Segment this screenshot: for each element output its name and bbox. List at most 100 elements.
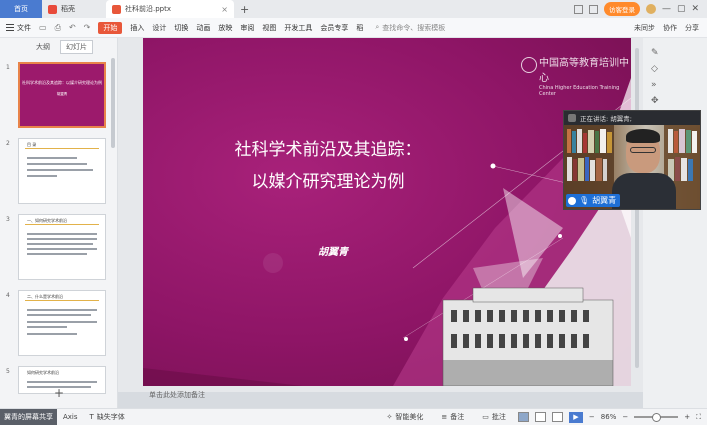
window-icon[interactable] [588,4,598,14]
login-button[interactable]: 访客登录 [603,2,640,16]
print-icon[interactable]: ⎙ [55,23,61,33]
thumb-line [27,381,97,383]
thumbnail-row[interactable]: 3 一、如何研究学术前沿 [6,214,110,282]
fit-window-icon[interactable]: ⛶ [696,413,701,422]
smart-beautify-label: 智能美化 [395,413,424,421]
comments-label: 批注 [491,413,506,421]
sorter-view-button[interactable] [534,412,546,422]
slide-thumbnail[interactable]: 社科学术前沿及其追踪：以媒介研究理论为例 胡翼青 [18,62,106,128]
menu-insert[interactable]: 插入 [130,23,144,33]
participant-name-tag: 🎙 胡翼青 [566,194,621,207]
participant-hair [626,129,660,143]
zoom-in-icon[interactable]: − [622,413,628,421]
thumb-line [27,333,77,335]
status-right: ✧ 智能美化 ≡ 备注 ▭ 批注 ▶ − 86% − + ⛶ [381,411,707,423]
slide-thumbnail[interactable]: 二、什么是学术前沿 [18,290,106,356]
notes-toggle[interactable]: ≡ 备注 [435,412,470,422]
menu-docer[interactable]: 稻 [356,23,363,33]
menu-animation[interactable]: 动画 [196,23,210,33]
format-icon[interactable]: ✥ [651,96,661,106]
save-icon[interactable]: ▭ [39,23,47,32]
new-tab-button[interactable]: + [234,3,255,16]
command-search[interactable]: ⌕ 查找命令、搜索模板 [375,23,445,33]
org-logo: 中国高等教育培训中心 China Higher Education Traini… [519,54,631,97]
thumbnail-row[interactable]: 2 目 录 [6,138,110,206]
zoom-plus-icon[interactable]: + [684,413,690,421]
menu-view[interactable]: 视图 [262,23,276,33]
tab-active-document[interactable]: 社科前沿.pptx × [106,0,234,18]
slide-number: 5 [6,368,10,375]
notes-area[interactable]: 单击此处添加备注 [143,390,631,402]
menu-design[interactable]: 设计 [152,23,166,33]
redo-icon[interactable]: ↷ [84,23,91,32]
thumb-line [27,253,87,255]
logo-text-en: China Higher Education Training Center [539,85,620,97]
missing-font-button[interactable]: T 缺失字体 [84,412,131,422]
layout-icon[interactable] [573,4,583,14]
avatar[interactable] [645,4,656,14]
status-bar: 翼青的屏幕共享 Axis T 缺失字体 ✧ 智能美化 ≡ 备注 ▭ 批注 ▶ − [0,408,707,425]
beautify-icon: ✧ [386,413,393,421]
ribbon-menu: 文件 ▭ ⎙ ↶ ↷ 开始 插入 设计 切换 动画 放映 审阅 视图 开发工具 … [0,18,707,38]
zoom-level[interactable]: 86% [601,413,617,421]
file-menu[interactable]: 文件 [6,23,31,33]
tab-bar: 首页 稻壳 社科前沿.pptx × + 访客登录 — ▢ ✕ [0,0,707,18]
speaking-header: 正在讲话: 胡翼青; [564,111,700,125]
slide-thumbnail[interactable]: 目 录 [18,138,106,204]
thumbnail-row[interactable]: 1 社科学术前沿及其追踪：以媒介研究理论为例 胡翼青 [6,62,110,130]
maximize-icon[interactable]: ▢ [677,4,686,14]
zoom-slider[interactable] [634,413,679,422]
minimize-icon[interactable]: — [662,4,671,14]
menu-slideshow[interactable]: 放映 [218,23,232,33]
thumbnail-row[interactable]: 4 二、什么是学术前沿 [6,290,110,358]
undo-icon[interactable]: ↶ [69,23,76,32]
thumb-line [27,233,97,235]
thumb-line [27,309,97,311]
thumb-rule [25,148,99,149]
thumb-line [27,175,57,177]
reading-view-button[interactable] [551,412,563,422]
menu-transition[interactable]: 切换 [174,23,188,33]
pen-icon[interactable]: ✎ [651,48,661,58]
video-feed: 🎙 胡翼青 [564,125,700,209]
collaborate-button[interactable]: 协作 [663,23,677,33]
tab-outline[interactable]: 大纲 [36,42,50,52]
participant-name: 胡翼青 [592,196,617,205]
add-slide-button[interactable]: + [0,386,118,400]
shape-icon[interactable]: ◇ [651,64,661,74]
search-placeholder: 查找命令、搜索模板 [382,23,446,32]
tab-slides[interactable]: 幻灯片 [60,40,93,54]
tab-docer-label: 稻壳 [61,5,75,13]
thumb-line [27,243,93,245]
mic-icon: 🎙 [579,196,590,205]
menu-start[interactable]: 开始 [98,21,123,34]
share-button[interactable]: 分享 [685,23,699,33]
slideshow-play-button[interactable]: ▶ [568,411,583,423]
toolbar-right: 未同步 协作 分享 [634,23,707,33]
title-line-1: 社科学术前沿及其追踪： [234,140,422,160]
menu-member[interactable]: 会员专享 [320,23,348,33]
comments-toggle[interactable]: ▭ 批注 [476,412,512,422]
tab-docer[interactable]: 稻壳 [42,0,106,18]
collapse-icon[interactable]: » [651,80,661,90]
thumb-title: 如何研究学术前沿 [27,370,59,375]
slide-number: 1 [6,64,10,71]
speaking-label: 正在讲话: 胡翼青; [580,115,632,123]
close-tab-icon[interactable]: × [221,5,228,14]
close-window-icon[interactable]: ✕ [691,4,699,14]
slide[interactable]: 中国高等教育培训中心 China Higher Education Traini… [143,38,631,386]
sync-status[interactable]: 未同步 [634,23,655,33]
slide-thumbnail[interactable]: 一、如何研究学术前沿 [18,214,106,280]
menu-developer[interactable]: 开发工具 [284,23,312,33]
smart-beautify-button[interactable]: ✧ 智能美化 [381,412,430,422]
slide-number: 2 [6,140,10,147]
normal-view-button[interactable] [517,412,529,422]
menu-review[interactable]: 审阅 [240,23,254,33]
tab-home[interactable]: 首页 [0,0,42,18]
video-call-window[interactable]: 正在讲话: 胡翼青; 🎙 胡翼青 [563,110,701,210]
pptx-file-icon [112,4,121,14]
panel-tabs: 大纲 幻灯片 [0,38,117,56]
zoom-out-icon[interactable]: − [589,413,595,421]
thumb-line [27,326,67,328]
panel-scrollbar[interactable] [111,58,115,148]
